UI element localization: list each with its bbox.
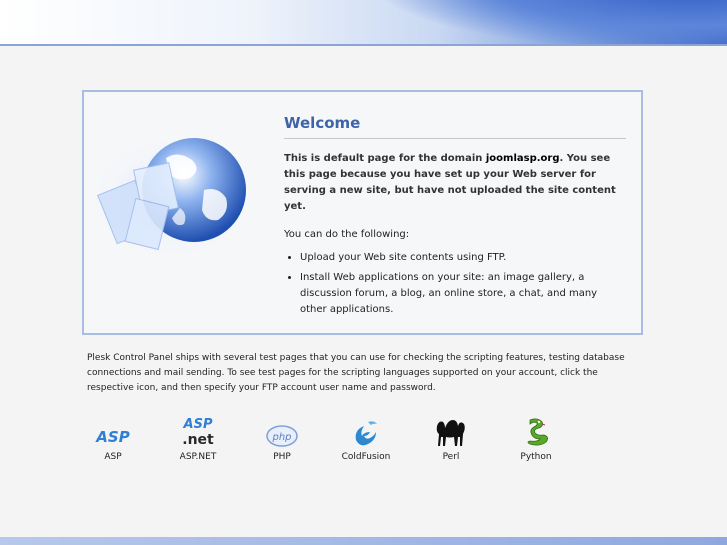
welcome-panel: Welcome This is default page for the dom… <box>82 90 643 335</box>
domain-name: joomlasp.org <box>485 153 560 164</box>
php-icon-text: php <box>271 432 291 443</box>
intro-text: This is default page for the domain joom… <box>284 151 626 215</box>
lang-label[interactable]: ASP <box>83 452 143 462</box>
php-icon[interactable]: php <box>265 424 299 448</box>
list-item: Upload your Web site contents using FTP. <box>300 250 626 266</box>
lang-label[interactable]: Perl <box>421 452 481 462</box>
lang-perl[interactable]: Perl <box>421 412 481 462</box>
lang-asp[interactable]: ASP ASP <box>83 412 143 462</box>
intro-before: This is default page for the domain <box>284 153 486 164</box>
asp-icon-text: ASP <box>95 428 129 446</box>
action-list: Upload your Web site contents using FTP.… <box>284 250 626 318</box>
lang-label[interactable]: ColdFusion <box>336 452 396 462</box>
lang-label[interactable]: ASP.NET <box>168 452 228 462</box>
asp-icon[interactable]: ASP <box>93 424 133 448</box>
coldfusion-icon[interactable] <box>351 418 381 448</box>
aspnet-icon[interactable]: ASP .net <box>178 414 218 448</box>
python-snake-icon[interactable] <box>520 416 552 448</box>
welcome-content: Welcome This is default page for the dom… <box>284 114 626 322</box>
header-banner <box>0 0 727 46</box>
lang-php[interactable]: php PHP <box>252 412 312 462</box>
aspnet-icon-top: ASP <box>183 417 213 432</box>
welcome-title: Welcome <box>284 114 626 139</box>
can-do-label: You can do the following: <box>284 229 410 240</box>
footer-bar <box>0 537 727 545</box>
test-pages-description: Plesk Control Panel ships with several t… <box>87 353 625 393</box>
globe-icon <box>96 136 251 260</box>
banner-swoosh <box>380 0 727 44</box>
lang-coldfusion[interactable]: ColdFusion <box>336 412 396 462</box>
list-item: Install Web applications on your site: a… <box>300 270 626 318</box>
lang-aspnet[interactable]: ASP .net ASP.NET <box>168 412 228 462</box>
perl-camel-icon[interactable] <box>434 416 468 448</box>
lang-python[interactable]: Python <box>506 412 566 462</box>
lang-label[interactable]: Python <box>506 452 566 462</box>
aspnet-icon-bottom: .net <box>182 432 214 448</box>
lang-label[interactable]: PHP <box>252 452 312 462</box>
